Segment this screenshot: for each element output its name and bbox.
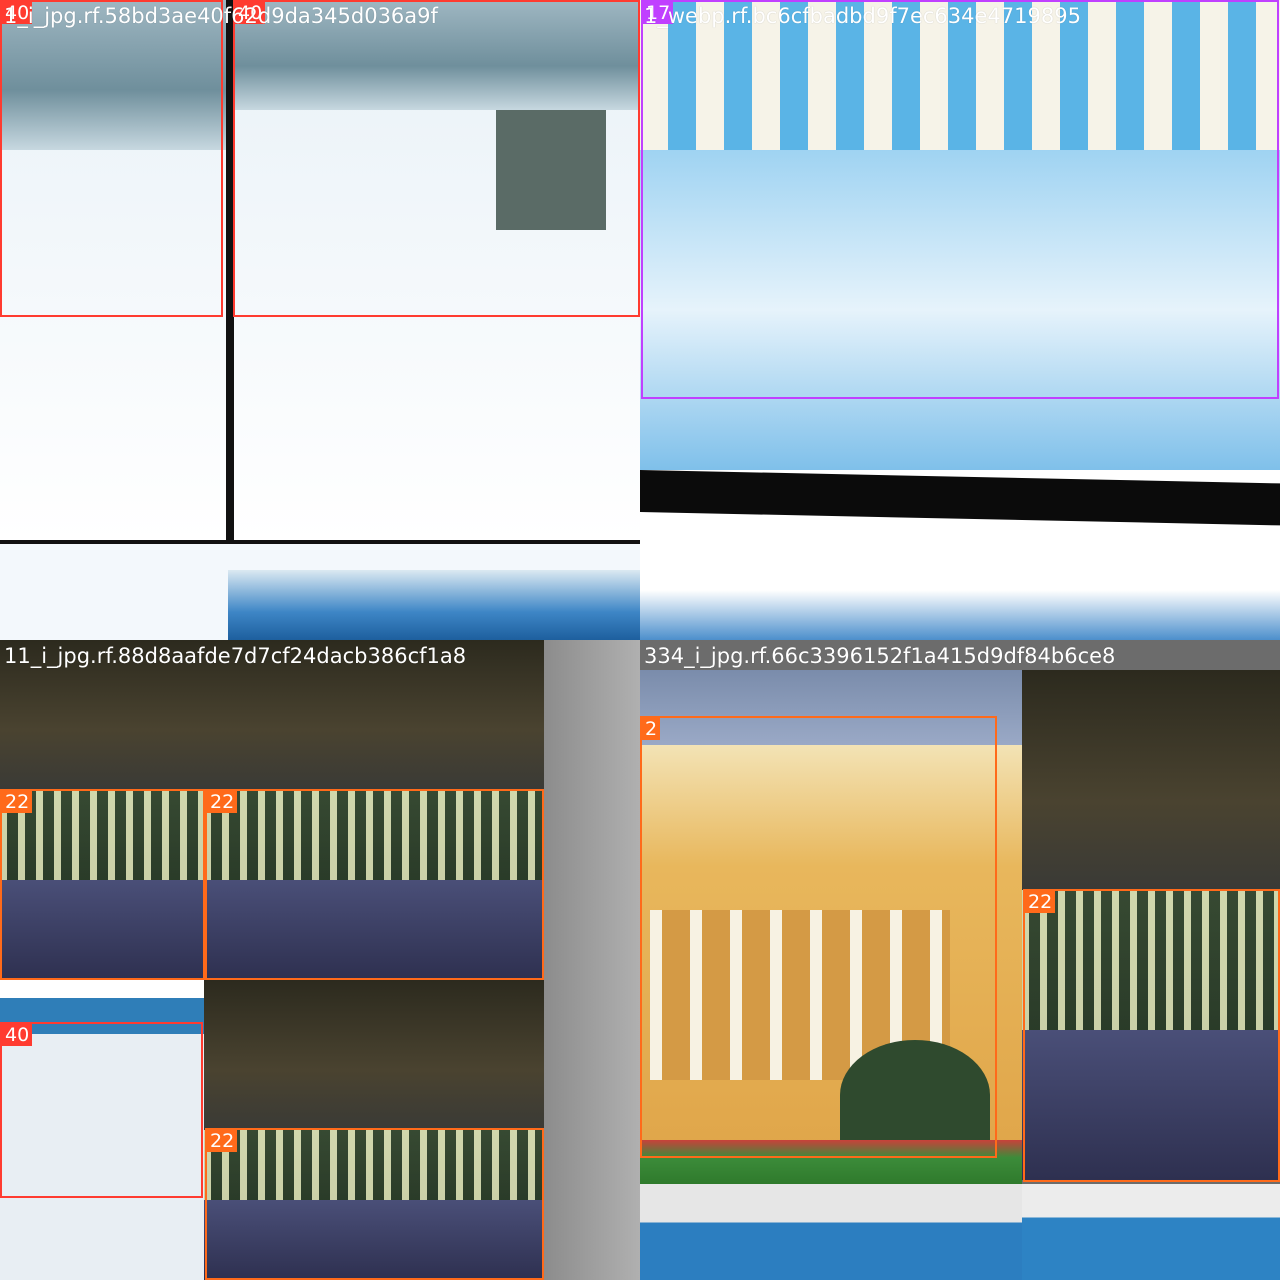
bounding-box: 22 xyxy=(1023,889,1280,1182)
bounding-box-label: 22 xyxy=(207,1130,238,1152)
bounding-box: 22 xyxy=(205,1128,544,1280)
image-crop xyxy=(1022,670,1280,890)
bounding-box: 17 xyxy=(641,0,1279,399)
mosaic-tile-submarine: 40 40 1_i_jpg.rf.58bd3ae40f62d9da345d036… xyxy=(0,0,640,640)
grey-fill xyxy=(544,640,640,1280)
image-filename: 11_i_jpg.rf.88d8aafde7d7cf24dacb386cf1a8 xyxy=(4,644,467,668)
bounding-box: 40 xyxy=(0,1022,203,1198)
image-divider xyxy=(0,540,640,544)
bounding-box-label: 40 xyxy=(2,1024,33,1046)
image-filename: 334_i_jpg.rf.66c3396152f1a415d9df84b6ce8 xyxy=(644,644,1116,668)
bounding-box-label: 22 xyxy=(2,791,33,813)
submarine-crop xyxy=(1022,1184,1280,1280)
image-crop-bottom xyxy=(640,590,1280,640)
bounding-box: 40 xyxy=(0,0,223,317)
bounding-box: 22 xyxy=(205,789,544,980)
image-filename: 1_webp.rf.bc6cfbadbd9f7ec634e4719895 xyxy=(644,4,1081,28)
bounding-box: 40 xyxy=(233,0,640,317)
mosaic-tile-palace: 17 1_webp.rf.bc6cfbadbd9f7ec634e4719895 xyxy=(640,0,1280,640)
bounding-box: 2 xyxy=(640,716,997,1158)
submarine-crop xyxy=(640,1184,1022,1280)
image-divider xyxy=(640,470,1280,526)
image-crop-bottom xyxy=(228,570,640,640)
bounding-box: 22 xyxy=(0,789,205,980)
bounding-box-label: 2 xyxy=(642,718,661,740)
mosaic-tile-theatre: 2 22 334_i_jpg.rf.66c3396152f1a415d9df84… xyxy=(640,640,1280,1280)
image-filename: 1_i_jpg.rf.58bd3ae40f62d9da345d036a9f xyxy=(4,4,438,28)
mosaic-tile-colonnade: 22 22 40 22 11_i_jpg.rf.88d8aafde7d7cf24… xyxy=(0,640,640,1280)
bounding-box-label: 22 xyxy=(207,791,238,813)
bounding-box-label: 22 xyxy=(1025,891,1056,913)
image-crop xyxy=(204,980,544,1130)
